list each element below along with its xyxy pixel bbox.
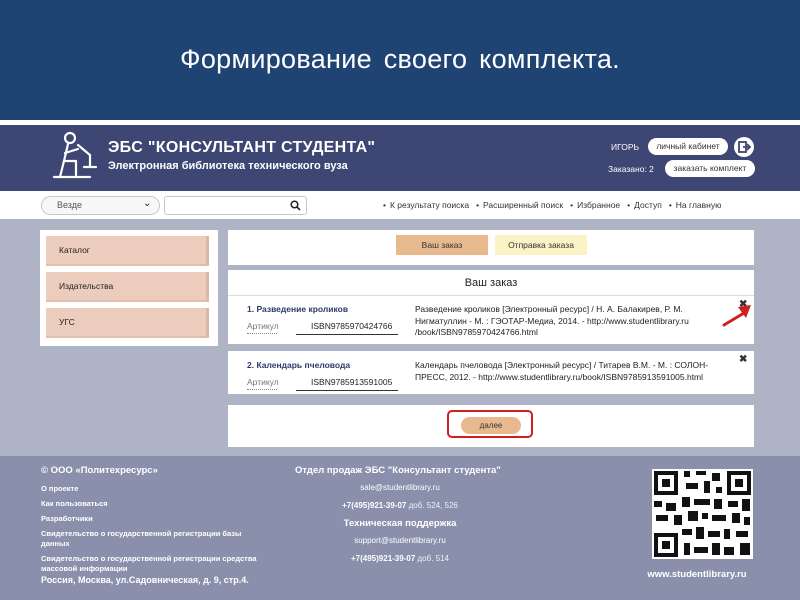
red-arrow-annotation <box>722 305 751 327</box>
order-item: 2. Календарь пчеловода Артикул ISBN97859… <box>228 351 754 394</box>
logout-button[interactable] <box>734 137 754 157</box>
divider <box>247 389 277 390</box>
footer-link-how-to-use[interactable]: Как пользоваться <box>41 499 271 509</box>
divider <box>296 390 398 391</box>
order-heading: Ваш заказ <box>464 277 518 289</box>
sidebar-item-ugs[interactable]: УГС <box>46 308 209 338</box>
slide: Формирование своего комплекта. ЭБС "КОНС… <box>0 0 800 600</box>
support-phone-line: +7(495)921-39-07 доб. 514 <box>300 554 500 563</box>
qr-code-icon <box>652 469 753 559</box>
nav-access[interactable]: Доступ <box>627 200 662 210</box>
site-header: ЭБС "КОНСУЛЬТАНТ СТУДЕНТА" Электронная б… <box>0 125 800 191</box>
order-panel: Ваш заказ 1. Разведение кроликов Артикул… <box>228 270 754 394</box>
sales-phone-line: +7(495)921-39-07 доб. 524, 526 <box>300 501 500 510</box>
order-item-isbn: ISBN9785970424766 <box>311 321 393 331</box>
order-item-title[interactable]: 2. Календарь пчеловода <box>247 360 350 370</box>
remove-item-icon[interactable]: ✖ <box>739 354 747 365</box>
nav-advanced-search[interactable]: Расширенный поиск <box>476 200 563 210</box>
sales-email[interactable]: sale@studentlibrary.ru <box>300 483 500 492</box>
divider <box>247 333 277 334</box>
footer-link-about[interactable]: О проекте <box>41 484 271 494</box>
next-button[interactable]: далее <box>461 417 521 434</box>
sales-phone[interactable]: +7(495)921-39-07 <box>342 501 406 510</box>
search-scope-value: Везде <box>57 200 82 210</box>
order-item: 1. Разведение кроликов Артикул ISBN97859… <box>228 296 754 344</box>
company-address: Россия, Москва, ул.Садовническая, д. 9, … <box>41 575 249 585</box>
logout-icon <box>738 141 752 153</box>
sidebar-item-catalog[interactable]: Каталог <box>46 236 209 266</box>
footer-link-developers[interactable]: Разработчики <box>41 514 271 524</box>
copyright: © ООО «Политехресурс» <box>41 465 158 476</box>
nav-back-to-results[interactable]: К результату поиска <box>383 200 469 210</box>
order-item-description: Разведение кроликов [Электронный ресурс]… <box>415 304 689 337</box>
divider <box>296 334 398 335</box>
slide-title: Формирование своего комплекта. <box>180 44 620 74</box>
search-bar: Везде ⌄ К результату поиска Расширенный … <box>0 191 800 219</box>
slide-header: Формирование своего комплекта. <box>0 0 800 120</box>
order-steps: Ваш заказ Отправка заказа <box>228 230 754 265</box>
order-item-title[interactable]: 1. Разведение кроликов <box>247 304 348 314</box>
search-icon[interactable] <box>290 200 301 211</box>
personal-cabinet-button[interactable]: личный кабинет <box>648 138 728 155</box>
order-kit-button[interactable]: заказать комплект <box>665 160 755 177</box>
nav-favorites[interactable]: Избранное <box>570 200 620 210</box>
step-send-order[interactable]: Отправка заказа <box>495 235 587 255</box>
footer-link-media-certificate[interactable]: Свидетельство о государственной регистра… <box>41 554 271 574</box>
order-item-description: Календарь пчеловода [Электронный ресурс]… <box>415 360 709 382</box>
footer-links: О проекте Как пользоваться Разработчики … <box>41 484 271 579</box>
top-navigation: К результату поиска Расширенный поиск Из… <box>383 200 721 210</box>
support-email[interactable]: support@studentlibrary.ru <box>300 536 500 545</box>
next-panel: далее <box>228 405 754 447</box>
website-screenshot: ЭБС "КОНСУЛЬТАНТ СТУДЕНТА" Электронная б… <box>0 125 800 600</box>
sidebar: Каталог Издательства УГС <box>40 230 218 346</box>
search-input[interactable] <box>164 196 307 215</box>
reader-logo-icon <box>52 131 98 179</box>
nav-home[interactable]: На главную <box>669 200 722 210</box>
support-phone-ext: доб. 514 <box>415 554 450 563</box>
support-title: Техническая поддержка <box>343 518 457 529</box>
sales-department-title: Отдел продаж ЭБС "Консультант студента" <box>295 465 501 476</box>
site-url[interactable]: www.studentlibrary.ru <box>640 569 754 580</box>
article-label: Артикул <box>247 377 279 387</box>
chevron-down-icon: ⌄ <box>143 198 152 209</box>
step-your-order[interactable]: Ваш заказ <box>396 235 488 255</box>
ordered-count: Заказано: 2 <box>608 164 654 174</box>
brand-title: ЭБС "КОНСУЛЬТАНТ СТУДЕНТА" <box>108 139 376 156</box>
footer-link-db-certificate[interactable]: Свидетельство о государственной регистра… <box>41 529 271 549</box>
article-label: Артикул <box>247 321 279 331</box>
search-scope-select[interactable]: Везде ⌄ <box>41 196 160 215</box>
support-phone[interactable]: +7(495)921-39-07 <box>351 554 415 563</box>
order-item-isbn: ISBN9785913591005 <box>311 377 393 387</box>
sales-phone-ext: доб. 524, 526 <box>406 501 458 510</box>
user-name: ИГОРЬ <box>611 142 640 152</box>
brand-subtitle: Электронная библиотека технического вуза <box>108 160 348 172</box>
order-items: 1. Разведение кроликов Артикул ISBN97859… <box>228 296 754 394</box>
sidebar-item-publishers[interactable]: Издательства <box>46 272 209 302</box>
site-footer: © ООО «Политехресурс» О проекте Как поль… <box>0 456 800 600</box>
